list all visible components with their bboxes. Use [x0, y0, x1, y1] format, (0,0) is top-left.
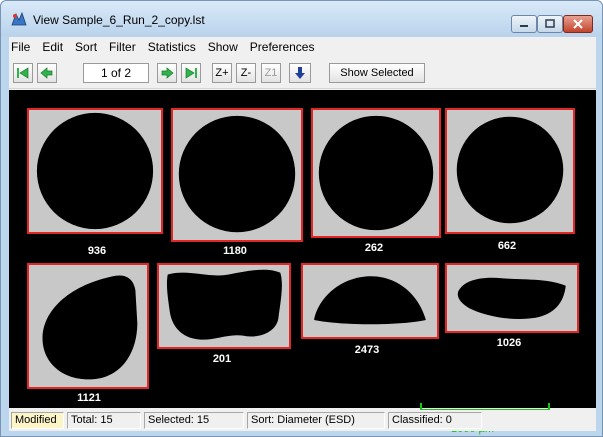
particle-shape	[318, 115, 434, 231]
last-page-icon	[185, 67, 197, 79]
particle-tile[interactable]	[157, 263, 291, 349]
close-icon	[573, 19, 583, 29]
particle-label: 1026	[496, 337, 522, 349]
menu-edit[interactable]: Edit	[36, 37, 69, 57]
status-sort: Sort: Diameter (ESD)	[247, 412, 385, 429]
maximize-icon	[545, 19, 555, 28]
particle-label: 201	[212, 353, 232, 365]
first-page-icon	[17, 67, 29, 79]
status-modified: Modified	[11, 412, 64, 429]
particle-label: 936	[87, 245, 107, 257]
menu-bar: File Edit Sort Filter Statistics Show Pr…	[9, 37, 596, 57]
move-down-button[interactable]	[289, 63, 311, 83]
last-page-button[interactable]	[181, 63, 201, 83]
particle-shape	[178, 115, 296, 233]
menu-sort[interactable]: Sort	[69, 37, 103, 57]
particle-label: 662	[497, 240, 517, 252]
arrow-left-icon	[40, 67, 53, 79]
maximize-button[interactable]	[537, 15, 563, 33]
status-total: Total: 15	[67, 412, 141, 429]
particle-shape	[42, 275, 138, 380]
particle-tile[interactable]	[27, 263, 149, 389]
particle-shape	[457, 277, 566, 320]
zoom-reset-button[interactable]: Z1	[261, 63, 281, 83]
particle-label: 262	[364, 242, 384, 254]
particle-label: 1121	[77, 392, 101, 404]
title-bar[interactable]: View Sample_6_Run_2_copy.lst	[1, 1, 602, 37]
app-icon	[11, 11, 27, 26]
particle-tile[interactable]	[27, 108, 163, 234]
arrow-right-icon	[161, 67, 174, 79]
particle-shape	[36, 112, 154, 230]
menu-filter[interactable]: Filter	[103, 37, 142, 57]
particle-shape	[166, 269, 282, 340]
menu-preferences[interactable]: Preferences	[244, 37, 321, 57]
show-selected-button[interactable]: Show Selected	[329, 63, 425, 83]
first-page-button[interactable]	[13, 63, 33, 83]
arrow-down-icon	[295, 67, 305, 79]
particle-tile[interactable]	[301, 263, 439, 339]
menu-show[interactable]: Show	[202, 37, 244, 57]
toolbar: 1 of 2 Z+ Z- Z1 Show Selected	[9, 57, 596, 89]
client-area: File Edit Sort Filter Statistics Show Pr…	[9, 37, 596, 435]
minimize-icon	[520, 25, 528, 27]
particle-shape	[314, 276, 426, 325]
status-classified: Classified: 0	[388, 412, 482, 429]
status-bar: Modified Total: 15 Selected: 15 Sort: Di…	[9, 410, 596, 431]
minimize-button[interactable]	[511, 15, 537, 33]
window-title: View Sample_6_Run_2_copy.lst	[33, 13, 205, 27]
application-window: View Sample_6_Run_2_copy.lst File Edit S…	[0, 0, 603, 437]
page-indicator-field[interactable]: 1 of 2	[83, 63, 149, 83]
particle-tile[interactable]	[311, 108, 441, 238]
close-button[interactable]	[563, 15, 593, 33]
particle-shape	[456, 116, 564, 224]
zoom-in-button[interactable]: Z+	[212, 63, 232, 83]
particle-tile[interactable]	[445, 108, 575, 234]
menu-file[interactable]: File	[9, 37, 36, 57]
status-selected: Selected: 15	[144, 412, 244, 429]
particle-tile[interactable]	[171, 108, 303, 242]
zoom-out-button[interactable]: Z-	[236, 63, 256, 83]
particle-image-canvas: 936 1180 262 662 1121 201 2473 1026	[9, 90, 596, 435]
particle-tile[interactable]	[445, 263, 579, 333]
menu-statistics[interactable]: Statistics	[142, 37, 202, 57]
previous-page-button[interactable]	[37, 63, 57, 83]
particle-label: 1180	[223, 245, 247, 257]
next-page-button[interactable]	[157, 63, 177, 83]
particle-label: 2473	[354, 344, 380, 356]
